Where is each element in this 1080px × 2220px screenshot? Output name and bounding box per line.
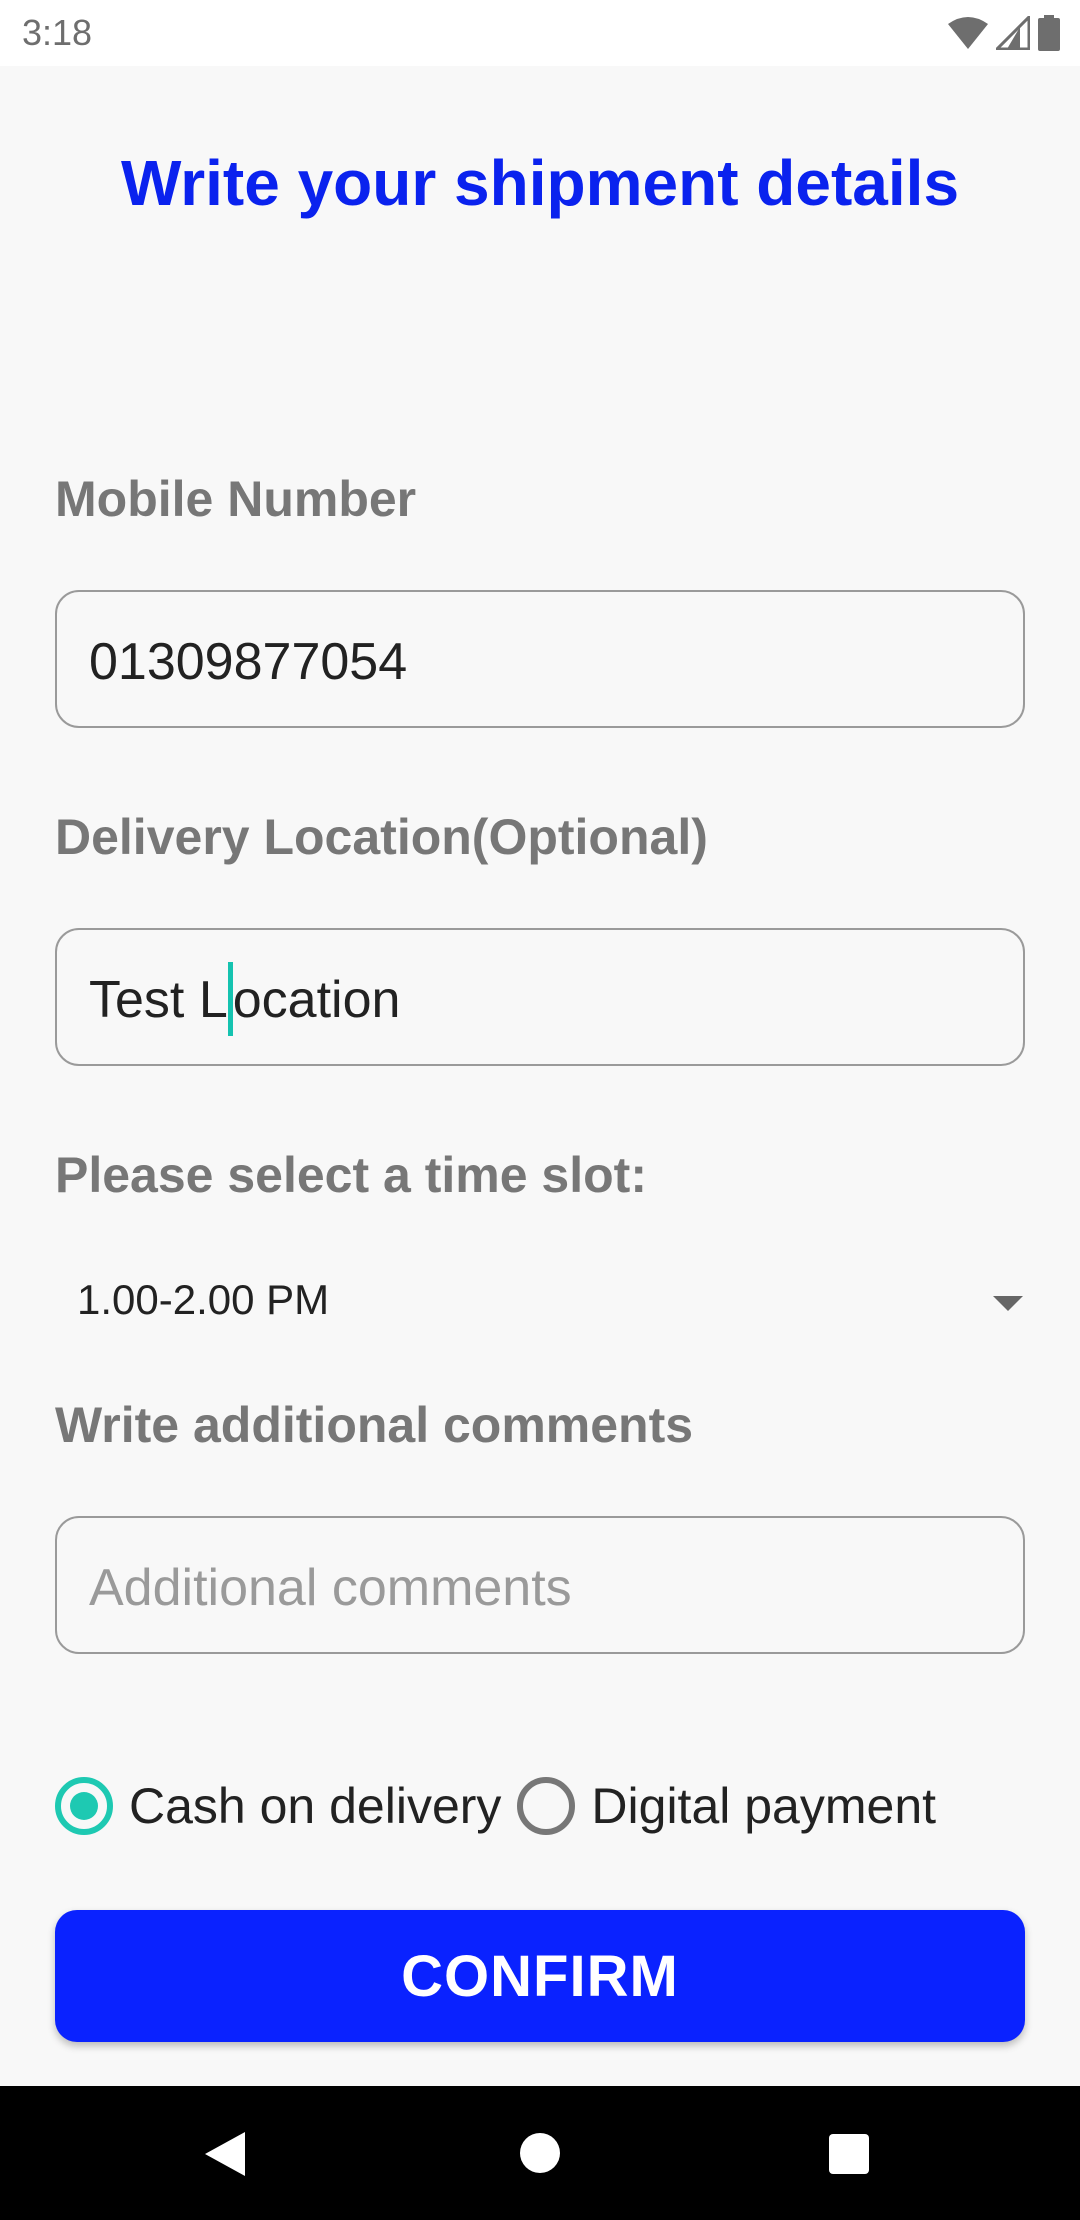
delivery-location-field[interactable]: Test Location — [55, 928, 1025, 1066]
signal-icon — [996, 16, 1030, 50]
payment-options: Cash on delivery Digital payment — [55, 1766, 952, 1846]
delivery-location-value: Test Location — [89, 962, 401, 1037]
time-slot-selected: 1.00-2.00 PM — [77, 1276, 330, 1323]
battery-icon — [1038, 15, 1060, 51]
confirm-button[interactable]: CONFIRM — [55, 1910, 1025, 2042]
shipment-form: Write your shipment details Mobile Numbe… — [0, 66, 1080, 2086]
wifi-icon — [948, 17, 988, 49]
digital-payment-radio[interactable] — [517, 1777, 576, 1835]
comments-field[interactable]: Additional comments — [55, 1516, 1025, 1654]
status-bar: 3:18 — [0, 0, 1080, 66]
mobile-number-label: Mobile Number — [55, 471, 417, 527]
delivery-location-label: Delivery Location(Optional) — [55, 809, 708, 865]
dropdown-arrow-icon — [993, 1296, 1023, 1311]
cash-on-delivery-radio[interactable] — [55, 1777, 113, 1835]
status-icons — [948, 14, 1060, 52]
time-slot-label: Please select a time slot: — [55, 1147, 647, 1203]
page-title: Write your shipment details — [120, 147, 960, 219]
location-text-after-cursor: ocation — [232, 971, 401, 1029]
time-slot-dropdown[interactable]: 1.00-2.00 PM — [55, 1266, 1035, 1346]
location-text-before-cursor: Test L — [89, 971, 228, 1029]
mobile-number-field[interactable]: 01309877054 — [55, 590, 1025, 728]
digital-payment-label[interactable]: Digital payment — [591, 1777, 936, 1835]
status-time: 3:18 — [22, 12, 93, 53]
comments-placeholder: Additional comments — [89, 1559, 572, 1617]
home-icon[interactable] — [520, 2133, 560, 2173]
back-icon[interactable] — [205, 2132, 245, 2176]
recents-icon[interactable] — [829, 2134, 869, 2174]
navigation-bar — [0, 2086, 1080, 2220]
mobile-number-value: 01309877054 — [89, 633, 408, 691]
comments-label: Write additional comments — [55, 1397, 694, 1453]
cash-on-delivery-label[interactable]: Cash on delivery — [129, 1777, 501, 1835]
